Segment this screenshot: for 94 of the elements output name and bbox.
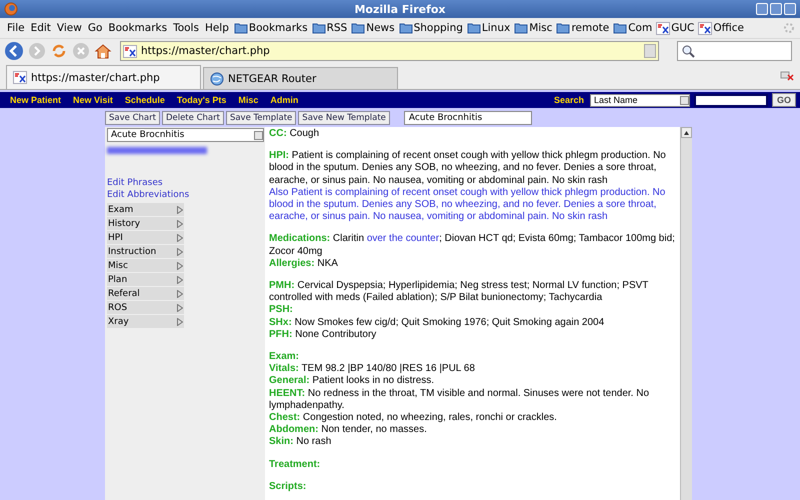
menu-item[interactable]: View xyxy=(54,22,85,34)
bookmark-item[interactable]: Shopping xyxy=(414,22,463,34)
bookmark-item[interactable]: GUC xyxy=(671,22,694,34)
toolbar-button[interactable]: Save Chart xyxy=(105,111,160,125)
maximize-button[interactable] xyxy=(770,3,782,15)
nav-link[interactable]: Admin xyxy=(264,95,304,105)
site-favicon-icon xyxy=(13,71,27,84)
nav-link[interactable]: Misc xyxy=(232,95,264,105)
window-title: Mozilla Firefox xyxy=(354,2,446,16)
menu-item[interactable]: File xyxy=(4,22,28,34)
search-input[interactable] xyxy=(694,94,768,106)
search-label: Search xyxy=(552,95,585,105)
site-favicon-icon xyxy=(123,44,137,58)
sidebar-menu-item[interactable]: Exam xyxy=(107,203,184,216)
address-field[interactable]: https://master/chart.php xyxy=(120,41,659,61)
bookmark-item[interactable]: Linux xyxy=(482,22,510,34)
template-select[interactable]: Acute Brocnhitis xyxy=(107,128,264,142)
go-button[interactable]: GO xyxy=(772,93,796,107)
chart-line: Scripts: xyxy=(269,480,308,494)
globe-icon xyxy=(210,72,224,86)
toolbar-button[interactable]: Save Template xyxy=(226,111,296,125)
chart-line: Abdomen: Non tender, no masses. xyxy=(269,424,428,436)
site-favicon-icon xyxy=(656,22,670,34)
chart-line: PSH: xyxy=(269,304,294,317)
browser-tab[interactable]: https://master/chart.php xyxy=(6,65,201,89)
sidebar-menu-item[interactable]: History xyxy=(107,217,184,230)
chart-line: CC: Cough xyxy=(269,128,320,140)
sidebar-menu-item[interactable]: Instruction xyxy=(107,245,184,258)
folder-icon xyxy=(234,22,248,34)
reload-icon[interactable] xyxy=(50,42,68,60)
chart-line: Medications: Claritin over the counter; Diovan HCT qd; Evista 60mg; Tambacor 100mg bid; Zocor 40mg xyxy=(269,233,676,258)
search-field[interactable] xyxy=(677,41,792,61)
folder-icon xyxy=(351,22,366,34)
toolbar-button[interactable]: Save New Template xyxy=(298,111,390,125)
up-arrow-icon[interactable] xyxy=(684,130,689,134)
chart-line: Chest: Congestion noted, no wheezing, rales, ronchi or crackles. xyxy=(269,412,558,424)
chart-line: SHx: Now Smokes few cig/d; Quit Smoking 1976; Quit Smoking again 2004 xyxy=(269,316,606,329)
folder-icon xyxy=(398,22,413,34)
close-button[interactable] xyxy=(784,3,796,15)
search-icon xyxy=(681,44,697,58)
chart-line: Vitals: TEM 98.2 |BP 140/80 |RES 16 |PUL 68 xyxy=(269,363,476,376)
search-type-select[interactable]: Last Name xyxy=(590,94,690,106)
chart-editor[interactable] xyxy=(265,127,680,500)
sidebar-menu-item[interactable]: Misc xyxy=(107,259,184,272)
bookmark-item[interactable]: Office xyxy=(713,22,744,34)
sidebar-menu-item[interactable]: Referal xyxy=(107,287,184,300)
toolbar-button[interactable]: Delete Chart xyxy=(162,111,224,125)
menu-item[interactable]: Go xyxy=(84,22,106,34)
menu-item[interactable]: Help xyxy=(202,22,232,34)
activity-throbber-icon xyxy=(782,21,796,35)
bookmark-item[interactable]: Misc xyxy=(529,22,552,34)
menu-item[interactable]: Tools xyxy=(170,22,202,34)
nav-link[interactable]: New Visit xyxy=(67,95,119,105)
menu-item[interactable]: Bookmarks xyxy=(105,22,170,34)
chart-line: Allergies: NKA xyxy=(269,258,339,270)
bookmark-item[interactable]: remote xyxy=(571,22,610,34)
bookmark-item[interactable]: Com xyxy=(628,22,652,34)
folder-icon xyxy=(466,22,481,34)
browser-tab[interactable]: NETGEAR Router xyxy=(203,67,398,89)
bookmark-item[interactable]: RSS xyxy=(326,22,348,34)
sidebar-menu-item[interactable]: ROS xyxy=(107,301,184,314)
back-icon[interactable] xyxy=(4,41,24,61)
site-favicon-icon xyxy=(698,22,712,34)
chart-line: Also Patient is complaining of recent onset cough with yellow thick phlegm production. No blood in the sputum. Denies any SOB, no wheezing, and no fever. Denies a sore throat, earache, or sinus pain. No nausea, vomiting or abdominal pain. No skin rash xyxy=(269,186,666,224)
chart-line: PMH: Cervical Dyspepsia; Hyperlipidemia; Neg stress test; Normal LV function; PSVT controlled with meds (Failed ablation); S/P Bilat bunionectomy; Tachycardia xyxy=(269,280,650,304)
close-tab-icon[interactable] xyxy=(780,71,794,81)
chart-line: General: Patient looks in no distress. xyxy=(269,375,436,388)
folder-icon xyxy=(514,22,528,34)
bookmark-item[interactable]: News xyxy=(366,22,395,34)
nav-link[interactable]: Today's Pts xyxy=(170,95,232,105)
home-icon[interactable] xyxy=(94,42,112,60)
template-name-field[interactable]: Acute Brocnhitis xyxy=(404,111,532,125)
scrollbar[interactable] xyxy=(680,127,692,500)
firefox-logo-icon xyxy=(4,2,18,16)
chart-line: PFH: None Contributory xyxy=(269,328,378,342)
bookmark-item[interactable]: Bookmarks xyxy=(248,22,308,34)
chart-line: HPI: Patient is complaining of recent onset cough with yellow thick phlegm production. No blood in the sputum. Denies any SOB, no wheezing, and no fever. Denies a sore throat, earache, or sinus pain. No nausea, vomiting or abdominal pain. No skin rash xyxy=(269,150,667,187)
menu-item[interactable]: Edit xyxy=(28,22,54,34)
sidebar-menu-item[interactable]: HPI xyxy=(107,231,184,244)
minimize-button[interactable] xyxy=(756,3,768,15)
sidebar-menu-item[interactable]: Plan xyxy=(107,273,184,286)
folder-icon xyxy=(556,22,570,34)
folder-icon xyxy=(613,22,628,34)
sidebar-menu-item[interactable]: Xray xyxy=(107,315,184,328)
sidebar-link[interactable]: Edit Abbreviations xyxy=(107,189,263,201)
nav-link[interactable]: New Patient xyxy=(4,95,68,105)
chart-line: Exam: xyxy=(269,351,300,364)
chart-line: Treatment: xyxy=(269,458,322,471)
sidebar-link[interactable]: Edit Phrases xyxy=(107,177,263,189)
chart-line: Skin: No rash xyxy=(269,436,332,449)
folder-icon xyxy=(312,22,326,34)
forward-icon[interactable] xyxy=(28,42,46,60)
nav-link[interactable]: Schedule xyxy=(118,95,171,105)
chart-line: HEENT: No redness in the throat, TM visible and normal. Sinuses were not tender. No lymphadenpathy. xyxy=(269,388,650,412)
